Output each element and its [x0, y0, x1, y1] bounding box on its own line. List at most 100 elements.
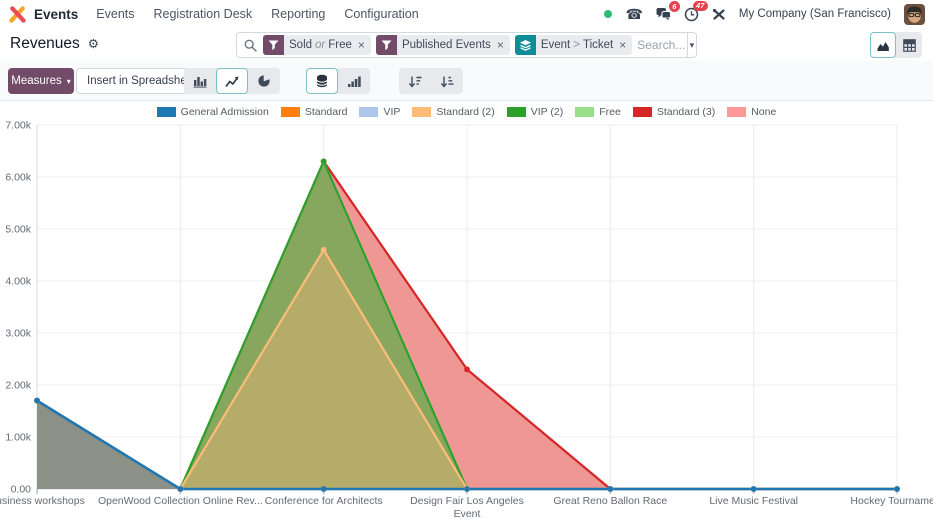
- data-point: [177, 486, 183, 492]
- legend-label: General Admission: [181, 106, 269, 118]
- pivot-view-button[interactable]: [896, 32, 922, 58]
- sort-descending-button[interactable]: [399, 68, 431, 94]
- sort-ascending-button[interactable]: [431, 68, 463, 94]
- legend-label: Free: [599, 106, 621, 118]
- x-tick-label: Live Music Festival: [709, 495, 798, 507]
- activities-badge: 47: [693, 1, 708, 12]
- search-bar[interactable]: Sold or Free × Published Events ×: [236, 32, 697, 58]
- revenues-stacked-line-chart: 0.001.00k2.00k3.00k4.00k5.00k6.00k7.00kB…: [0, 101, 933, 519]
- x-tick-label: Conference for Architects: [265, 495, 383, 507]
- y-tick-label: 2.00k: [5, 380, 31, 392]
- legend-label: VIP: [383, 106, 400, 118]
- data-point: [321, 247, 327, 253]
- data-point: [464, 367, 470, 373]
- chevron-down-icon: ▾: [67, 77, 71, 86]
- data-point: [34, 398, 40, 404]
- events-app-window: Events Events Registration Desk Reportin…: [0, 0, 933, 519]
- cumulative-toggle-button[interactable]: [338, 68, 370, 94]
- menu-events[interactable]: Events: [96, 7, 134, 21]
- y-tick-label: 4.00k: [5, 276, 31, 288]
- messages-badge: 6: [669, 1, 680, 12]
- line-chart-button[interactable]: [216, 68, 248, 94]
- legend-swatch: [412, 107, 431, 117]
- legend-swatch: [157, 107, 176, 117]
- legend-item-0[interactable]: General Admission: [157, 106, 269, 118]
- search-icon: [244, 39, 257, 52]
- stacked-icon: [315, 74, 329, 88]
- x-tick-label: Great Reno Ballon Race: [553, 495, 667, 507]
- debug-tools-icon[interactable]: [712, 7, 726, 21]
- systray: ☎ 6 47: [604, 4, 925, 25]
- legend-label: Standard (2): [436, 106, 494, 118]
- remove-facet-icon[interactable]: ×: [618, 35, 632, 55]
- y-tick-label: 1.00k: [5, 432, 31, 444]
- facet-groupby-event-ticket[interactable]: Event > Ticket ×: [515, 35, 632, 55]
- odoo-events-logo-icon[interactable]: [8, 5, 27, 24]
- graph-view-button[interactable]: [870, 32, 896, 58]
- menu-reporting[interactable]: Reporting: [271, 7, 325, 21]
- stacked-toggle-button[interactable]: [306, 68, 338, 94]
- sort-descending-icon: [408, 75, 422, 88]
- legend-label: Standard (3): [657, 106, 715, 118]
- legend-item-3[interactable]: Standard (2): [412, 106, 494, 118]
- legend-item-2[interactable]: VIP: [359, 106, 400, 118]
- page-title: Revenues: [10, 35, 80, 53]
- data-point: [464, 486, 470, 492]
- filter-icon: [376, 35, 397, 55]
- control-panel: Revenues ⚙ Sold or Free ×: [0, 28, 933, 61]
- data-point: [607, 486, 613, 492]
- legend-item-1[interactable]: Standard: [281, 106, 348, 118]
- menu-registration-desk[interactable]: Registration Desk: [154, 7, 253, 21]
- legend-label: Standard: [305, 106, 348, 118]
- activities-menu[interactable]: 47: [684, 7, 699, 22]
- breadcrumb: Revenues ⚙: [10, 35, 99, 53]
- view-switcher: [870, 32, 922, 58]
- search-input[interactable]: [637, 38, 686, 52]
- online-status-icon: [604, 10, 612, 18]
- pie-chart-icon: [257, 74, 271, 88]
- y-tick-label: 0.00: [11, 484, 32, 496]
- menu-configuration[interactable]: Configuration: [344, 7, 418, 21]
- app-name[interactable]: Events: [34, 7, 78, 22]
- sort-group: [399, 68, 463, 94]
- y-tick-label: 6.00k: [5, 172, 31, 184]
- legend-swatch: [727, 107, 746, 117]
- facet-sold-or-free[interactable]: Sold or Free ×: [263, 35, 371, 55]
- data-point: [751, 486, 757, 492]
- phone-icon[interactable]: ☎: [625, 7, 642, 21]
- x-tick-label: Business workshops: [0, 495, 85, 507]
- legend-label: None: [751, 106, 776, 118]
- measures-button[interactable]: Measures▾: [8, 68, 74, 94]
- top-navbar: Events Events Registration Desk Reportin…: [0, 0, 933, 28]
- legend-swatch: [281, 107, 300, 117]
- search-options-toggle[interactable]: ▾: [687, 33, 696, 57]
- pie-chart-button[interactable]: [248, 68, 280, 94]
- bar-chart-button[interactable]: [184, 68, 216, 94]
- chart-type-group: [184, 68, 280, 94]
- company-name[interactable]: My Company (San Francisco): [739, 8, 891, 20]
- data-point: [321, 486, 327, 492]
- remove-facet-icon[interactable]: ×: [496, 35, 510, 55]
- messages-menu[interactable]: 6: [656, 7, 671, 21]
- y-tick-label: 3.00k: [5, 328, 31, 340]
- legend-swatch: [359, 107, 378, 117]
- legend-item-7[interactable]: None: [727, 106, 776, 118]
- legend-swatch: [507, 107, 526, 117]
- filter-icon: [263, 35, 284, 55]
- legend-item-5[interactable]: Free: [575, 106, 621, 118]
- facet-published-events[interactable]: Published Events ×: [376, 35, 510, 55]
- action-gear-icon[interactable]: ⚙: [88, 38, 99, 51]
- legend-label: VIP (2): [531, 106, 563, 118]
- line-chart-icon: [225, 75, 239, 88]
- area-chart-icon: [876, 39, 890, 52]
- facet-label: Sold or Free: [284, 35, 357, 55]
- legend-swatch: [575, 107, 594, 117]
- ascending-bars-icon: [347, 75, 361, 88]
- bar-chart-icon: [193, 75, 207, 88]
- user-avatar[interactable]: [904, 4, 925, 25]
- legend-item-4[interactable]: VIP (2): [507, 106, 563, 118]
- legend-item-6[interactable]: Standard (3): [633, 106, 715, 118]
- data-point: [894, 486, 900, 492]
- remove-facet-icon[interactable]: ×: [357, 35, 371, 55]
- x-axis-title: Event: [454, 508, 481, 519]
